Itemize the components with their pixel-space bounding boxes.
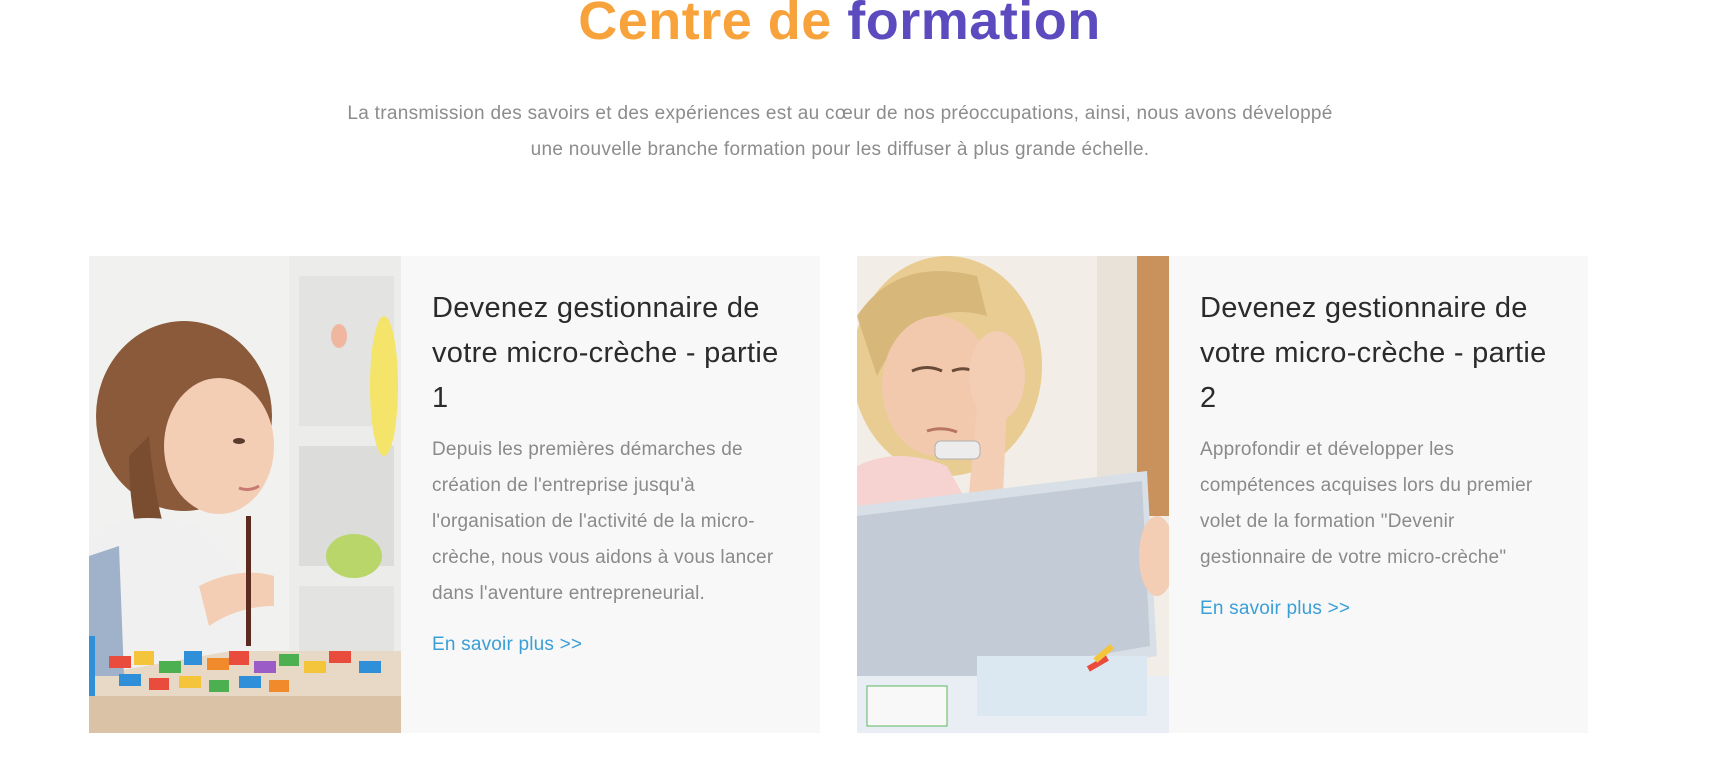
card-2-body: Devenez gestionnaire de votre micro-crèc… [1169, 256, 1588, 733]
formation-card-2: Devenez gestionnaire de votre micro-crèc… [857, 256, 1588, 733]
formation-section: Centre de formation La transmission des … [0, 0, 1728, 761]
card-2-description: Approfondir et développer les compétence… [1200, 439, 1533, 568]
card-1-title: Devenez gestionnaire de votre micro-crèc… [432, 292, 779, 414]
card-2-learn-more-link[interactable]: En savoir plus >> [1200, 598, 1350, 620]
section-title-part-2: formation [847, 0, 1101, 51]
formation-card-1: Devenez gestionnaire de votre micro-crèc… [89, 256, 820, 733]
card-1-image [89, 256, 401, 733]
card-2-title: Devenez gestionnaire de votre micro-crèc… [1200, 292, 1547, 414]
section-intro: La transmission des savoirs et des expér… [347, 103, 1333, 160]
card-1-body: Devenez gestionnaire de votre micro-crèc… [401, 256, 820, 733]
card-2-image [857, 256, 1169, 733]
section-title: Centre de formation [0, 0, 1679, 56]
card-1-description: Depuis les premières démarches de créati… [432, 439, 774, 604]
section-title-part-1: Centre de [578, 0, 832, 51]
card-1-learn-more-link[interactable]: En savoir plus >> [432, 634, 582, 656]
